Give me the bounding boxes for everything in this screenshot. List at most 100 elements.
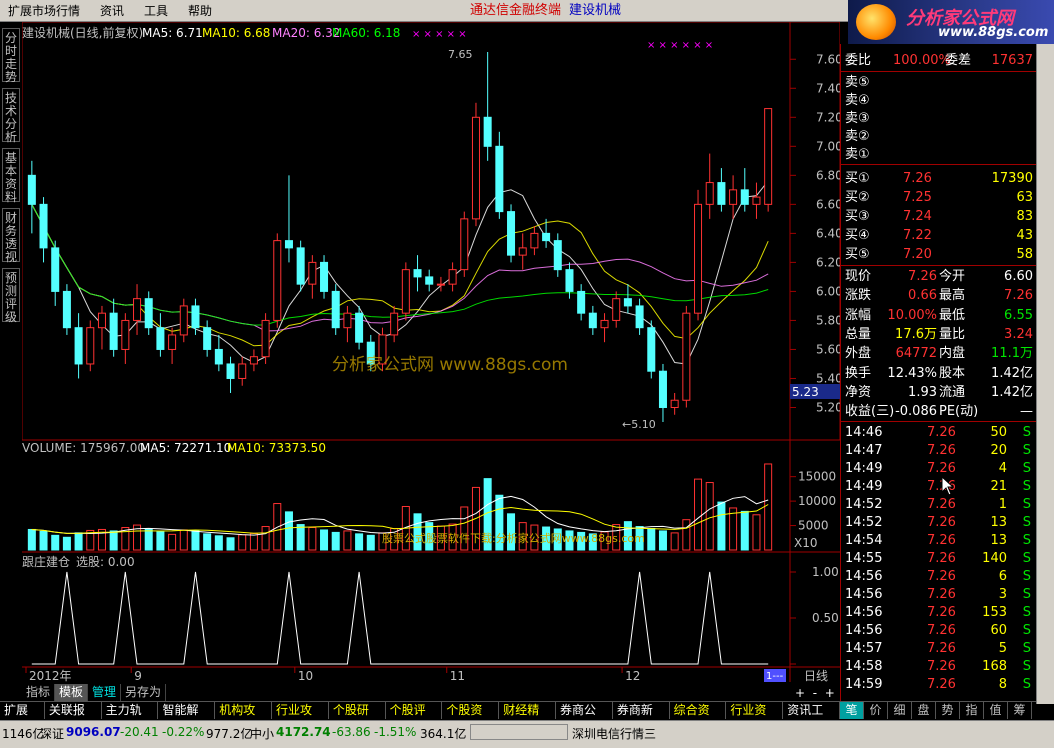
rtab-trend[interactable]: 势: [936, 702, 960, 719]
rtab-book[interactable]: 盘: [912, 702, 936, 719]
tick-time: 14:46: [845, 425, 883, 440]
volume-tick-label: 15000: [798, 470, 836, 484]
volume-bar: [109, 530, 118, 551]
btab-11[interactable]: 券商新闻: [613, 702, 670, 734]
candle-body: [97, 312, 106, 329]
subtab-template[interactable]: 模板: [55, 684, 89, 701]
candle-body: [577, 290, 586, 314]
tick-row: 14:58 7.26 168 S: [841, 658, 1037, 676]
btab-10[interactable]: 券商公告: [556, 702, 613, 734]
btab-7[interactable]: 个股评级: [386, 702, 443, 734]
btab-13[interactable]: 行业资讯: [726, 702, 784, 734]
subtab-indicator[interactable]: 指标: [22, 684, 56, 701]
subtab-save-as[interactable]: 另存为: [121, 684, 167, 701]
rtab-ticks[interactable]: 笔: [840, 702, 864, 719]
btab-3[interactable]: 智能解盘: [158, 702, 216, 734]
low-label: ←5.10: [622, 418, 656, 431]
add-button[interactable]: +: [825, 686, 835, 700]
indicator-value: 选股: 0.00: [76, 555, 135, 569]
chart-svg[interactable]: 建设机械(日线,前复权) MA5: 6.71 MA10: 6.68 MA20: …: [21, 21, 843, 683]
sell-row: 卖②: [841, 128, 1037, 146]
stat-label: 收益(三): [845, 404, 895, 420]
stat-label: 股本: [939, 365, 966, 381]
candle-body: [273, 240, 282, 321]
buy-level-volume: 83: [1016, 209, 1033, 224]
vtab-forecast[interactable]: 预测评级: [2, 268, 20, 324]
subtab-manage[interactable]: 管理: [88, 684, 122, 701]
tick-row: 14:57 7.26 5 S: [841, 640, 1037, 658]
btab-5[interactable]: 行业攻略: [272, 702, 329, 734]
candle-body: [682, 312, 691, 401]
tick-row: 14:47 7.26 20 S: [841, 442, 1037, 460]
volume-title: VOLUME: 175967.00: [22, 441, 145, 455]
rtab-price[interactable]: 价: [864, 702, 888, 719]
status-sme-pct: -1.51%: [374, 725, 417, 739]
buy-row: 买③ 7.24 83: [841, 208, 1037, 226]
ma5-label: MA5: 6.71: [142, 26, 203, 40]
btab-6[interactable]: 个股研报: [329, 702, 386, 734]
rtab-detail[interactable]: 细: [888, 702, 912, 719]
price-tick-label: 7.60: [816, 52, 840, 66]
vtab-intraday[interactable]: 分时走势: [2, 28, 20, 84]
candle-body: [542, 232, 551, 242]
zoom-out-button[interactable]: -: [813, 686, 817, 700]
vtab-technical[interactable]: 技术分析: [2, 88, 20, 144]
candle-body: [27, 174, 36, 205]
candle-body: [343, 312, 352, 329]
sell-level-label: 卖②: [845, 129, 870, 144]
tick-side: S: [1022, 569, 1031, 584]
menu-item-help[interactable]: 帮助: [180, 0, 224, 22]
tick-volume: 50: [990, 425, 1007, 440]
price-tick-label: 5.20: [816, 400, 840, 414]
stat-label: 现价: [845, 269, 872, 284]
vtab-technical-label: 技术分析: [4, 91, 17, 144]
vtab-financials[interactable]: 财务透视: [2, 208, 20, 264]
candle-body: [62, 290, 71, 329]
price-tick-label: 7.00: [816, 139, 840, 153]
volume-bar: [74, 532, 83, 551]
tick-time: 14:52: [845, 515, 883, 530]
menu-item-market[interactable]: 扩展市场行情: [0, 0, 92, 22]
btab-8[interactable]: 个股资讯: [442, 702, 500, 734]
period-label[interactable]: 日线: [804, 669, 828, 683]
menu-item-tools[interactable]: 工具: [136, 0, 180, 22]
btab-9[interactable]: 财经精选: [499, 702, 557, 734]
btab-14[interactable]: 资讯工场: [783, 702, 840, 734]
volume-bar: [705, 482, 714, 551]
stat-row: 外盘 64772 内盘 11.1万: [841, 345, 1037, 363]
tick-price: 7.26: [927, 587, 956, 602]
rtab-chips[interactable]: 筹: [1008, 702, 1032, 719]
candle-body: [425, 276, 434, 285]
chart-area[interactable]: 建设机械(日线,前复权) MA5: 6.71 MA10: 6.68 MA20: …: [21, 21, 843, 683]
rtab-value[interactable]: 值: [984, 702, 1008, 719]
status-sz-amount: 977.2亿: [206, 727, 253, 741]
rtab-index[interactable]: 指: [960, 702, 984, 719]
volume-bar: [717, 501, 726, 551]
btab-1[interactable]: 关联报价: [45, 702, 102, 734]
menu-item-news[interactable]: 资讯: [92, 0, 136, 22]
tick-time: 14:56: [845, 587, 883, 602]
vertical-scrollbar[interactable]: [1036, 44, 1054, 704]
btab-0[interactable]: 扩展区: [0, 702, 45, 734]
candle-body: [448, 269, 457, 285]
divider: [841, 421, 1037, 422]
ma20-label: MA20: 6.32: [272, 26, 340, 40]
candle-body: [530, 232, 539, 249]
tick-time: 14:54: [845, 533, 883, 548]
zoom-in-button[interactable]: +: [795, 686, 805, 700]
indicator-tick-label: 0.50: [812, 611, 839, 625]
x-tick-label: 2012年: [29, 669, 72, 682]
btab-4[interactable]: 机构攻略: [215, 702, 273, 734]
vtab-fundamentals[interactable]: 基本资料: [2, 148, 20, 204]
status-sz-change: -20.41: [120, 725, 159, 739]
volume-bar: [647, 527, 656, 551]
stat-label: 换手: [845, 365, 872, 381]
candle-body: [507, 211, 516, 256]
status-sme-change: -63.86: [332, 725, 371, 739]
candle-body: [74, 327, 83, 365]
btab-12[interactable]: 综合资讯: [670, 702, 727, 734]
btab-2[interactable]: 主力轨迹: [102, 702, 159, 734]
stat-row: 总量 17.6万 量比 3.24: [841, 326, 1037, 344]
buy-level-volume: 43: [1016, 228, 1033, 243]
tick-side: S: [1022, 515, 1031, 530]
